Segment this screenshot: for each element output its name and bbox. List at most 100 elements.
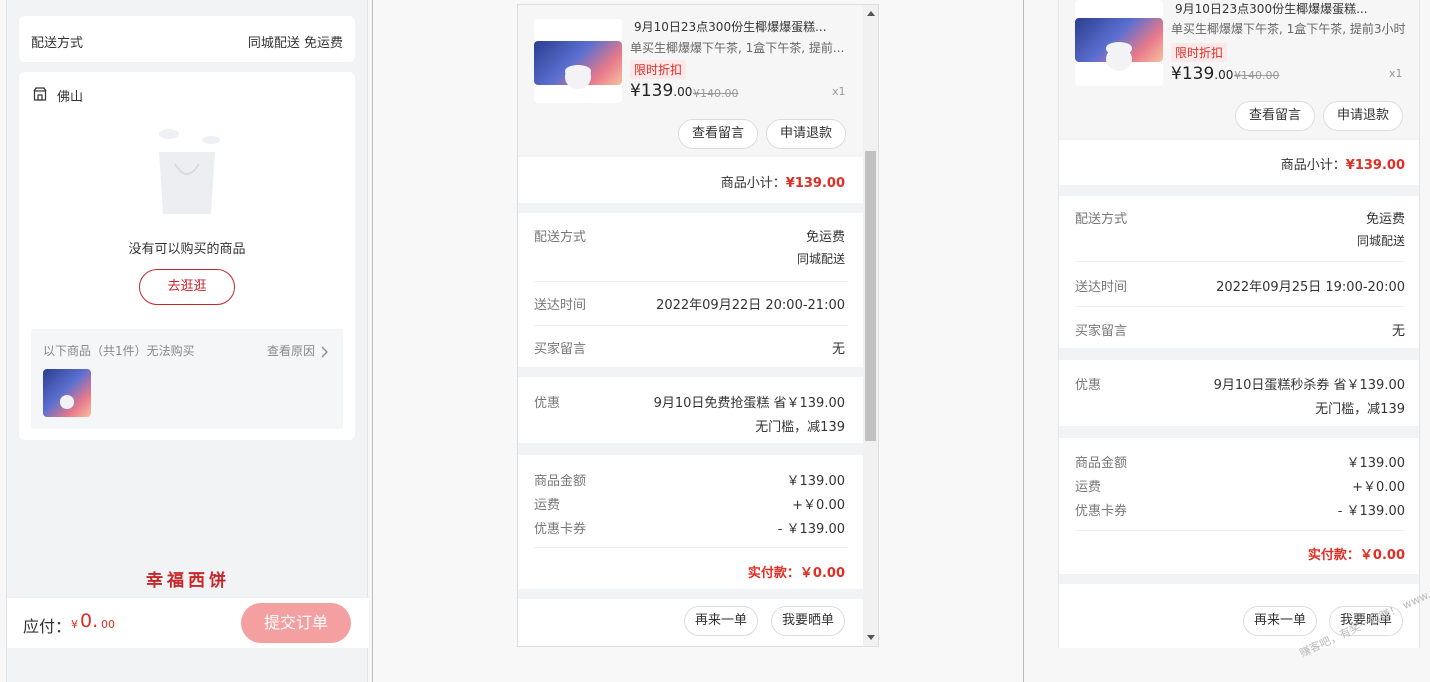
view-message-button[interactable]: 查看留言 xyxy=(1235,101,1315,131)
store-icon xyxy=(33,86,47,101)
product-quantity: x1 xyxy=(832,85,846,98)
delivery-time-label: 送达时间 xyxy=(534,298,587,313)
empty-text: 没有可以购买的商品 xyxy=(128,242,246,257)
payable-amount: 0. xyxy=(80,610,99,632)
separator xyxy=(1075,530,1405,531)
scroll-down-arrow-icon[interactable] xyxy=(867,635,875,640)
browse-button[interactable]: 去逛逛 xyxy=(139,269,235,305)
shipping-label: 运费 xyxy=(534,498,561,513)
order-detail-panel-2: 9月10日23点300份生椰爆爆蛋糕... 单买生椰爆爆下午茶, 1盒下午茶, … xyxy=(1058,0,1420,648)
delivery-label: 配送方式 xyxy=(31,36,84,51)
coupon-value: - ￥139.00 xyxy=(777,522,845,537)
discount-tag: 限时折扣 xyxy=(1171,43,1228,62)
view-reason-link[interactable]: 查看原因 xyxy=(267,342,315,359)
delivery-label: 配送方式 xyxy=(1075,212,1128,227)
product-title[interactable]: 9月10日23点300份生椰爆爆蛋糕... xyxy=(634,18,848,35)
separator xyxy=(534,325,848,326)
subtotal-row: 商品小计：¥139.00 xyxy=(518,157,864,203)
product-price: ¥139.00 xyxy=(1171,64,1234,84)
brand-logo: 幸福西饼 xyxy=(146,571,230,591)
shipping-value: +￥0.00 xyxy=(792,498,845,513)
shipping-label: 运费 xyxy=(1075,480,1102,495)
product-thumb-frame[interactable] xyxy=(1075,0,1163,86)
delivery-type: 同城配送 xyxy=(796,252,845,266)
separator xyxy=(1075,306,1405,307)
payment-summary: 商品金额 ￥139.00 运费 +￥0.00 优惠卡券 - ￥139.00 实付… xyxy=(1059,438,1419,574)
discount-section: 优惠 9月10日蛋糕秒杀券 省￥139.00 无门槛，减139 xyxy=(1059,360,1419,426)
payment-summary: 商品金额 ￥139.00 运费 +￥0.00 优惠卡券 - ￥139.00 实付… xyxy=(518,455,864,589)
subtotal: 商品小计：¥139.00 xyxy=(1280,158,1405,173)
store-name: 佛山 xyxy=(57,90,84,105)
separator xyxy=(534,281,848,282)
buyer-message-label: 买家留言 xyxy=(1075,324,1128,339)
goods-amount-value: ￥139.00 xyxy=(1346,456,1406,471)
refund-button[interactable]: 申请退款 xyxy=(1323,101,1403,131)
action-bar: 再来一单 我要晒单 xyxy=(518,599,864,646)
view-message-button[interactable]: 查看留言 xyxy=(678,119,758,149)
checkout-bar: 应付： ¥ 0. 00 提交订单 xyxy=(7,597,369,648)
delivery-time-value: 2022年09月25日 19:00-20:00 xyxy=(1216,280,1405,295)
delivery-fee: 免运费 xyxy=(1365,212,1405,227)
delivery-time-value: 2022年09月22日 20:00-21:00 xyxy=(656,298,845,313)
unavailable-section: 以下商品（共1件）无法购买 查看原因 xyxy=(31,329,343,429)
empty-bag-icon xyxy=(147,122,227,217)
payable-currency: ¥ xyxy=(71,618,78,631)
coupon-value: - ￥139.00 xyxy=(1337,504,1405,519)
subtotal-row: 商品小计：¥139.00 xyxy=(1059,140,1419,185)
coupon-label: 优惠卡券 xyxy=(534,522,587,537)
product-title[interactable]: 9月10日23点300份生椰爆爆蛋糕... xyxy=(1175,0,1389,17)
divider-left xyxy=(372,0,373,682)
buyer-message-label: 买家留言 xyxy=(534,342,587,357)
scroll-up-arrow-icon[interactable] xyxy=(867,11,875,16)
delivery-label: 配送方式 xyxy=(534,230,587,245)
reorder-button[interactable]: 再来一单 xyxy=(684,606,758,636)
shipping-value: +￥0.00 xyxy=(1352,480,1405,495)
store-card: 佛山 没有可以购买的商品 去逛逛 以下商品（共1件）无法购买 查看原因 xyxy=(19,72,355,440)
paid-amount: 实付款：￥0.00 xyxy=(1307,548,1405,563)
product-subtitle: 单买生椰爆爆下午茶, 1盒下午茶, 提前3小时 xyxy=(1171,22,1406,36)
product-subtitle: 单买生椰爆爆下午茶, 1盒下午茶, 提前... xyxy=(630,41,845,55)
unavailable-product-thumb[interactable] xyxy=(43,369,91,417)
discount-label: 优惠 xyxy=(534,396,561,411)
product-card: 9月10日23点300份生椰爆爆蛋糕... 单买生椰爆爆下午茶, 1盒下午茶, … xyxy=(518,5,864,155)
discount-label: 优惠 xyxy=(1075,378,1102,393)
delivery-type: 同城配送 xyxy=(1356,234,1405,248)
payable-label: 应付： xyxy=(23,617,72,636)
refund-button[interactable]: 申请退款 xyxy=(766,119,846,149)
discount-tag: 限时折扣 xyxy=(630,60,687,79)
product-quantity: x1 xyxy=(1389,67,1403,80)
buyer-message-value: 无 xyxy=(831,342,845,357)
delivery-section: 配送方式 免运费 同城配送 送达时间 2022年09月25日 19:00-20:… xyxy=(1059,196,1419,348)
goods-amount-label: 商品金额 xyxy=(1075,456,1128,471)
discount-value: 9月10日蛋糕秒杀券 省￥139.00 xyxy=(1213,378,1405,393)
original-price: ¥140.00 xyxy=(693,87,739,100)
unavailable-text: 以下商品（共1件）无法购买 xyxy=(43,344,195,358)
discount-value: 9月10日免费抢蛋糕 省￥139.00 xyxy=(653,396,845,411)
delivery-time-label: 送达时间 xyxy=(1075,280,1128,295)
delivery-fee: 免运费 xyxy=(805,230,845,245)
product-thumb[interactable] xyxy=(534,41,622,85)
reorder-button[interactable]: 再来一单 xyxy=(1243,606,1317,636)
goods-amount-value: ￥139.00 xyxy=(786,474,846,489)
separator xyxy=(534,547,848,548)
goods-amount-label: 商品金额 xyxy=(534,474,587,489)
product-price: ¥139.00 xyxy=(630,81,693,101)
cart-panel: 配送方式 同城配送 免运费 佛山 没有可以购买的商品 去逛逛 以下商品（共1件）… xyxy=(6,0,369,682)
order-detail-panel-1: 9月10日23点300份生椰爆爆蛋糕... 单买生椰爆爆下午茶, 1盒下午茶, … xyxy=(517,4,879,647)
separator xyxy=(1075,261,1405,262)
chevron-right-icon[interactable] xyxy=(319,343,329,358)
product-card: 9月10日23点300份生椰爆爆蛋糕... 单买生椰爆爆下午茶, 1盒下午茶, … xyxy=(1059,0,1419,138)
discount-section: 优惠 9月10日免费抢蛋糕 省￥139.00 无门槛，减139 xyxy=(518,377,864,443)
scrollbar-thumb[interactable] xyxy=(865,151,876,441)
share-order-button[interactable]: 我要晒单 xyxy=(771,606,845,636)
delivery-section: 配送方式 免运费 同城配送 送达时间 2022年09月22日 20:00-21:… xyxy=(518,213,864,367)
product-thumb[interactable] xyxy=(1075,18,1163,62)
submit-order-button[interactable]: 提交订单 xyxy=(241,603,351,643)
discount-condition: 无门槛，减139 xyxy=(755,420,845,435)
paid-amount: 实付款：￥0.00 xyxy=(747,566,845,581)
scrollbar[interactable] xyxy=(863,5,878,646)
subtotal: 商品小计：¥139.00 xyxy=(720,176,845,191)
delivery-value: 同城配送 免运费 xyxy=(247,36,343,51)
buyer-message-value: 无 xyxy=(1391,324,1405,339)
product-thumb-frame[interactable] xyxy=(534,19,622,103)
